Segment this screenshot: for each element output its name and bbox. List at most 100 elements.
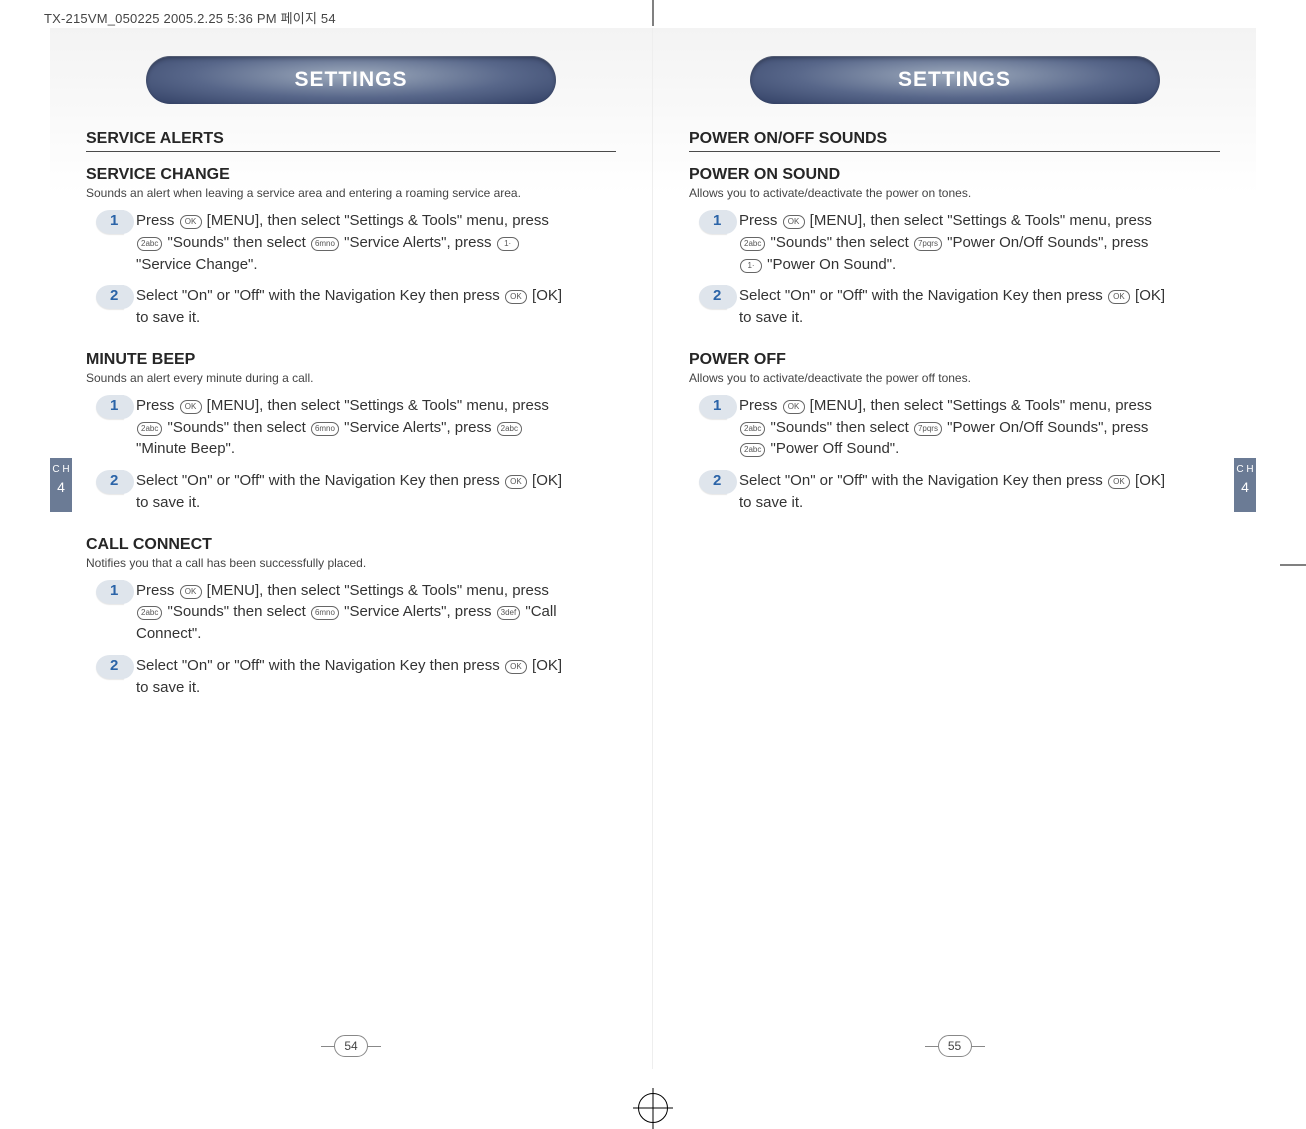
step: 1 Press OK [MENU], then select "Settings … xyxy=(699,210,1220,275)
step-number: 1 xyxy=(713,212,721,229)
keycap-icon: OK xyxy=(180,400,202,414)
step-number: 2 xyxy=(110,472,118,489)
step-number-badge: 2 xyxy=(96,655,124,679)
step-number: 2 xyxy=(110,287,118,304)
print-slug: TX-215VM_050225 2005.2.25 5:36 PM 페이지 54 xyxy=(44,8,336,27)
keycap-icon: 1· xyxy=(740,259,762,273)
page-header-title: SETTINGS xyxy=(898,68,1011,92)
step-number-badge: 2 xyxy=(96,470,124,494)
keycap-icon: 7pqrs xyxy=(914,422,942,436)
page-right: SETTINGS POWER ON/OFF SOUNDS POWER ON SO… xyxy=(653,28,1256,1069)
keycap-icon: 2abc xyxy=(137,422,162,436)
step-text: Select "On" or "Off" with the Navigation… xyxy=(739,285,1169,329)
chapter-tab: C H 4 xyxy=(50,458,72,512)
content-left: SERVICE CHANGE Sounds an alert when leavi… xyxy=(86,166,616,698)
step-number-badge: 1 xyxy=(699,395,727,419)
step: 2 Select "On" or "Off" with the Navigatio… xyxy=(699,470,1220,514)
step: 2 Select "On" or "Off" with the Navigatio… xyxy=(96,470,616,514)
block-subhead: CALL CONNECT xyxy=(86,536,616,554)
instruction-block: POWER OFF Allows you to activate/deactiva… xyxy=(689,351,1220,514)
section-title: SERVICE ALERTS xyxy=(86,130,616,152)
keycap-icon: OK xyxy=(783,400,805,414)
keycap-icon: 2abc xyxy=(137,606,162,620)
keycap-icon: OK xyxy=(1108,290,1130,304)
keycap-icon: OK xyxy=(783,215,805,229)
content-right: POWER ON SOUND Allows you to activate/dea… xyxy=(689,166,1220,514)
keycap-icon: 2abc xyxy=(497,422,522,436)
page-header-pill: SETTINGS xyxy=(146,56,556,104)
step-number-badge: 2 xyxy=(699,470,727,494)
chapter-tab: C H 4 xyxy=(1234,458,1256,512)
step: 1 Press OK [MENU], then select "Settings … xyxy=(96,395,616,460)
keycap-icon: 3def xyxy=(497,606,521,620)
step-text: Select "On" or "Off" with the Navigation… xyxy=(136,285,566,329)
keycap-icon: 6mno xyxy=(311,237,339,251)
chapter-tab-number: 4 xyxy=(50,479,72,495)
keycap-icon: 1· xyxy=(497,237,519,251)
instruction-block: CALL CONNECT Notifies you that a call has… xyxy=(86,536,616,699)
step: 1Press OK [MENU], then select "Settings … xyxy=(96,210,616,275)
step: 1 Press OK [MENU], then select "Settings … xyxy=(96,580,616,645)
crop-mark-icon xyxy=(1280,564,1306,565)
keycap-icon: 6mno xyxy=(311,606,339,620)
keycap-icon: OK xyxy=(1108,475,1130,489)
block-description: Sounds an alert every minute during a ca… xyxy=(86,371,526,385)
step-text: Select "On" or "Off" with the Navigation… xyxy=(136,655,566,699)
keycap-icon: 7pqrs xyxy=(914,237,942,251)
step-text: Press OK [MENU], then select "Settings &… xyxy=(136,395,566,460)
page-number: 55 xyxy=(938,1035,972,1057)
keycap-icon: OK xyxy=(180,585,202,599)
step-number-badge: 1 xyxy=(96,395,124,419)
page-number: 54 xyxy=(334,1035,368,1057)
chapter-tab-label: C H xyxy=(52,464,69,475)
step-number-badge: 2 xyxy=(699,285,727,309)
step: 2 Select "On" or "Off" with the Navigatio… xyxy=(96,655,616,699)
page-spread: SETTINGS SERVICE ALERTS SERVICE CHANGE So… xyxy=(50,28,1256,1069)
keycap-icon: 2abc xyxy=(740,443,765,457)
keycap-icon: OK xyxy=(180,215,202,229)
step-number: 2 xyxy=(110,657,118,674)
keycap-icon: OK xyxy=(505,475,527,489)
step-text: Press OK [MENU], then select "Settings &… xyxy=(136,580,566,645)
step-number: 1 xyxy=(110,582,118,599)
block-subhead: POWER ON SOUND xyxy=(689,166,1220,184)
step-number: 1 xyxy=(713,397,721,414)
section-title: POWER ON/OFF SOUNDS xyxy=(689,130,1220,152)
step-number-badge: 1 xyxy=(699,210,727,234)
block-subhead: SERVICE CHANGE xyxy=(86,166,616,184)
registration-mark-icon xyxy=(638,1093,668,1123)
chapter-tab-number: 4 xyxy=(1234,479,1256,495)
step: 2 Select "On" or "Off" with the Navigatio… xyxy=(96,285,616,329)
step-text: Press OK [MENU], then select "Settings &… xyxy=(739,395,1169,460)
keycap-icon: 6mno xyxy=(311,422,339,436)
step-text: Select "On" or "Off" with the Navigation… xyxy=(739,470,1169,514)
step-text: Press OK [MENU], then select "Settings &… xyxy=(739,210,1169,275)
page-header-pill: SETTINGS xyxy=(750,56,1160,104)
block-description: Sounds an alert when leaving a service a… xyxy=(86,186,526,200)
block-subhead: POWER OFF xyxy=(689,351,1220,369)
page-header-title: SETTINGS xyxy=(294,68,407,92)
keycap-icon: OK xyxy=(505,660,527,674)
block-subhead: MINUTE BEEP xyxy=(86,351,616,369)
step-number: 2 xyxy=(713,287,721,304)
keycap-icon: OK xyxy=(505,290,527,304)
step: 2 Select "On" or "Off" with the Navigatio… xyxy=(699,285,1220,329)
instruction-block: SERVICE CHANGE Sounds an alert when leavi… xyxy=(86,166,616,329)
block-description: Allows you to activate/deactivate the po… xyxy=(689,186,1129,200)
keycap-icon: 2abc xyxy=(137,237,162,251)
step-number: 2 xyxy=(713,472,721,489)
step-number-badge: 2 xyxy=(96,285,124,309)
step-number: 1 xyxy=(110,212,118,229)
step-number-badge: 1 xyxy=(96,210,124,234)
crop-mark-icon xyxy=(653,0,654,26)
instruction-block: MINUTE BEEP Sounds an alert every minute … xyxy=(86,351,616,514)
step-text: Select "On" or "Off" with the Navigation… xyxy=(136,470,566,514)
chapter-tab-label: C H xyxy=(1236,464,1253,475)
step-number: 1 xyxy=(110,397,118,414)
step: 1 Press OK [MENU], then select "Settings … xyxy=(699,395,1220,460)
step-number-badge: 1 xyxy=(96,580,124,604)
keycap-icon: 2abc xyxy=(740,422,765,436)
block-description: Notifies you that a call has been succes… xyxy=(86,556,526,570)
keycap-icon: 2abc xyxy=(740,237,765,251)
block-description: Allows you to activate/deactivate the po… xyxy=(689,371,1129,385)
